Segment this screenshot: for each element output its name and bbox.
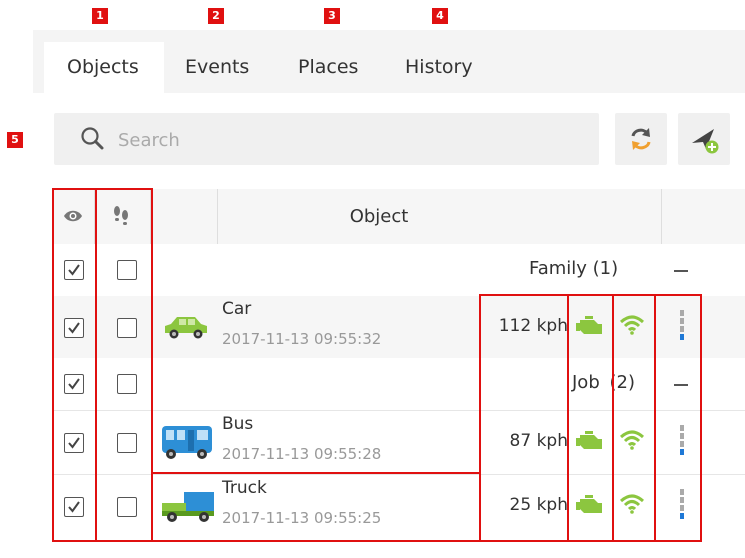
refresh-button[interactable] — [615, 113, 667, 165]
marker-3: 3 — [324, 8, 340, 24]
object-name: Car — [222, 299, 252, 319]
highlight-object-name-column — [151, 472, 481, 542]
tab-history[interactable]: History — [405, 42, 505, 93]
highlight-signal-column — [612, 294, 656, 542]
search-icon — [80, 126, 106, 156]
object-name: Bus — [222, 414, 254, 434]
object-timestamp: 2017-11-13 09:55:28 — [222, 445, 382, 463]
highlight-visibility-column — [52, 188, 97, 542]
search-box — [54, 113, 599, 165]
object-column-header[interactable]: Object — [259, 189, 499, 244]
tab-events-label: Events — [185, 56, 250, 78]
add-object-icon — [690, 125, 720, 159]
tab-bar: Objects Events Places History — [33, 30, 745, 93]
tab-places-label: Places — [298, 56, 359, 78]
highlight-menu-column — [654, 294, 702, 542]
tab-objects-label: Objects — [67, 56, 139, 78]
tab-places[interactable]: Places — [298, 42, 388, 93]
header-separator — [661, 189, 662, 244]
refresh-icon — [628, 125, 654, 157]
object-timestamp: 2017-11-13 09:55:32 — [222, 330, 382, 348]
table-header: Object — [54, 189, 745, 244]
collapse-group-icon[interactable] — [674, 270, 688, 272]
marker-4: 4 — [432, 8, 448, 24]
search-input[interactable] — [116, 125, 580, 155]
highlight-engine-column — [567, 294, 614, 542]
tab-objects[interactable]: Objects — [44, 42, 164, 93]
marker-1: 1 — [92, 8, 108, 24]
add-object-button[interactable] — [678, 113, 730, 165]
highlight-speed-column — [479, 294, 569, 542]
bus-icon — [160, 423, 214, 465]
group-row-family: Family (1) — [54, 244, 745, 296]
tab-history-label: History — [405, 56, 473, 78]
group-label[interactable]: Family (1) — [529, 258, 618, 279]
marker-5: 5 — [7, 132, 23, 148]
header-separator — [217, 189, 218, 244]
car-icon — [161, 311, 211, 345]
marker-2: 2 — [208, 8, 224, 24]
tab-events[interactable]: Events — [185, 42, 275, 93]
highlight-follow-column — [95, 188, 153, 542]
